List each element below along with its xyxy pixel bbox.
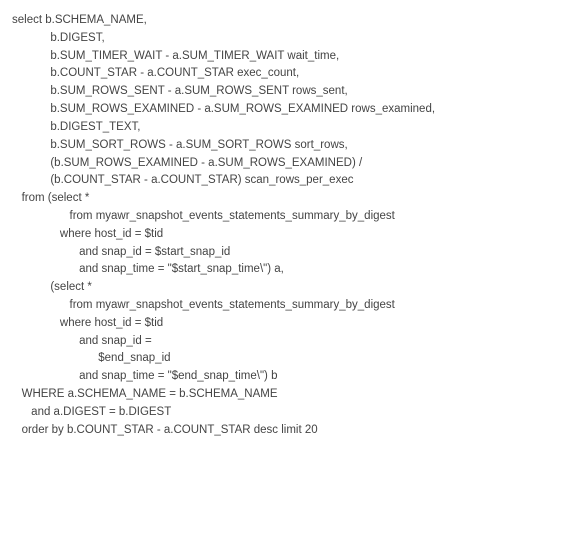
sql-line: b.DIGEST_TEXT, <box>12 119 563 137</box>
sql-line: from myawr_snapshot_events_statements_su… <box>12 297 563 315</box>
sql-line: where host_id = $tid <box>12 315 563 333</box>
sql-line: b.SUM_SORT_ROWS - a.SUM_SORT_ROWS sort_r… <box>12 137 563 155</box>
sql-line: b.DIGEST, <box>12 30 563 48</box>
sql-line: where host_id = $tid <box>12 226 563 244</box>
sql-line: from (select * <box>12 190 563 208</box>
sql-line: (b.SUM_ROWS_EXAMINED - a.SUM_ROWS_EXAMIN… <box>12 155 563 173</box>
sql-line: b.SUM_TIMER_WAIT - a.SUM_TIMER_WAIT wait… <box>12 48 563 66</box>
sql-query-block: select b.SCHEMA_NAME, b.DIGEST, b.SUM_TI… <box>12 12 563 440</box>
sql-line: and a.DIGEST = b.DIGEST <box>12 404 563 422</box>
sql-line: and snap_time = "$end_snap_time\") b <box>12 368 563 386</box>
sql-line: WHERE a.SCHEMA_NAME = b.SCHEMA_NAME <box>12 386 563 404</box>
sql-line: and snap_time = "$start_snap_time\") a, <box>12 261 563 279</box>
sql-line: $end_snap_id <box>12 350 563 368</box>
sql-line: from myawr_snapshot_events_statements_su… <box>12 208 563 226</box>
sql-line: b.SUM_ROWS_EXAMINED - a.SUM_ROWS_EXAMINE… <box>12 101 563 119</box>
sql-line: select b.SCHEMA_NAME, <box>12 12 563 30</box>
sql-line: order by b.COUNT_STAR - a.COUNT_STAR des… <box>12 422 563 440</box>
sql-line: (select * <box>12 279 563 297</box>
sql-line: b.SUM_ROWS_SENT - a.SUM_ROWS_SENT rows_s… <box>12 83 563 101</box>
sql-line: b.COUNT_STAR - a.COUNT_STAR exec_count, <box>12 65 563 83</box>
sql-line: (b.COUNT_STAR - a.COUNT_STAR) scan_rows_… <box>12 172 563 190</box>
sql-line: and snap_id = $start_snap_id <box>12 244 563 262</box>
sql-line: and snap_id = <box>12 333 563 351</box>
